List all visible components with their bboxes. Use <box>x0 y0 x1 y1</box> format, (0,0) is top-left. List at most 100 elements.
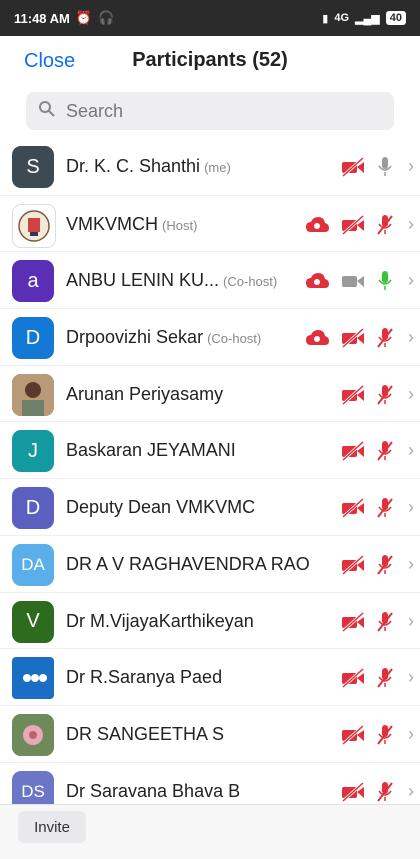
participant-name: DR SANGEETHA S <box>66 724 224 745</box>
participant-row[interactable]: S Dr. K. C. Shanthi (me) › <box>0 138 420 195</box>
video-off-icon[interactable] <box>340 156 366 178</box>
video-off-icon[interactable] <box>340 214 366 236</box>
headphones-icon: 🎧 <box>98 10 115 25</box>
participant-status-icons <box>304 212 394 238</box>
video-off-icon[interactable] <box>340 440 366 462</box>
video-off-icon[interactable] <box>340 384 366 406</box>
participant-name-text: Arunan Periyasamy <box>66 383 224 404</box>
participant-name: DR A V RAGHAVENDRA RAO <box>66 554 310 575</box>
cloud-record-icon <box>306 273 329 289</box>
participant-name: ANBU LENIN KU... (Co-host) <box>66 270 277 291</box>
participant-status-icons <box>340 779 394 805</box>
video-off-icon[interactable] <box>340 554 366 576</box>
mic-muted-icon[interactable] <box>376 667 394 689</box>
participant-name-text: DR SANGEETHA S <box>66 723 225 744</box>
participant-name: Baskaran JEYAMANI <box>66 440 236 461</box>
participant-status-icons <box>340 495 394 521</box>
video-off-icon[interactable] <box>340 327 366 349</box>
participant-name-text: Drpoovizhi Sekar <box>66 327 204 348</box>
chevron-right-icon[interactable]: › <box>408 497 414 518</box>
participant-name: Dr Saravana Bhava B <box>66 781 240 802</box>
participant-row[interactable]: DR SANGEETHA S › <box>0 704 420 762</box>
chevron-right-icon[interactable]: › <box>408 554 414 575</box>
chevron-right-icon[interactable]: › <box>408 724 414 745</box>
search-bar[interactable] <box>26 92 394 130</box>
chevron-right-icon[interactable]: › <box>408 440 414 461</box>
video-on-icon[interactable] <box>340 270 366 292</box>
participant-name: VMKVMCH (Host) <box>66 214 197 235</box>
avatar <box>12 203 56 248</box>
mic-icon[interactable] <box>376 156 394 178</box>
chevron-right-icon[interactable]: › <box>408 667 414 688</box>
battery-icon: 40 <box>385 11 406 25</box>
participant-name: Arunan Periyasamy <box>66 384 223 405</box>
mic-muted-icon[interactable] <box>376 327 394 349</box>
participant-name-text: Dr R.Saranya Paed <box>66 667 223 688</box>
chevron-right-icon[interactable]: › <box>408 270 414 291</box>
avatar: V <box>12 600 54 643</box>
chevron-right-icon[interactable]: › <box>408 384 414 405</box>
mic-muted-icon[interactable] <box>376 214 394 236</box>
participant-name-text: Dr. K. C. Shanthi <box>66 156 201 176</box>
avatar: D <box>12 317 54 360</box>
video-off-icon[interactable] <box>340 724 366 746</box>
participant-row[interactable]: a ANBU LENIN KU... (Co-host) › <box>0 251 420 308</box>
avatar <box>12 373 54 416</box>
mic-muted-icon[interactable] <box>376 440 394 462</box>
signal-bars-icon: ▂▄▆ <box>355 12 380 25</box>
participant-name: Dr M.VijayaKarthikeyan <box>66 611 254 632</box>
participant-status-icons <box>340 609 394 635</box>
participant-name-text: ANBU LENIN KU... <box>66 270 220 291</box>
chevron-right-icon[interactable]: › <box>408 214 414 235</box>
chevron-right-icon[interactable]: › <box>408 611 414 632</box>
chevron-right-icon[interactable]: › <box>408 327 414 348</box>
avatar: D <box>12 487 54 530</box>
participant-row[interactable]: Dr R.Saranya Paed › <box>0 648 420 705</box>
invite-button[interactable]: Invite <box>18 811 86 843</box>
video-off-icon[interactable] <box>340 781 366 803</box>
mic-muted-icon[interactable] <box>376 384 394 406</box>
participant-row[interactable]: D Deputy Dean VMKVMC › <box>0 478 420 535</box>
participant-row[interactable]: D Drpoovizhi Sekar (Co-host) › <box>0 308 420 365</box>
status-bar: 11:48 AM ⏰ 🎧 ▮ 4G ▂▄▆ 40 <box>0 0 420 36</box>
video-off-icon[interactable] <box>340 667 366 689</box>
status-time: 11:48 AM <box>14 10 70 26</box>
search-icon <box>38 100 56 123</box>
cloud-record-icon <box>306 330 329 346</box>
mic-muted-icon[interactable] <box>376 497 394 519</box>
chevron-right-icon[interactable]: › <box>408 781 414 802</box>
avatar <box>12 713 54 756</box>
participant-name-text: VMKVMCH <box>66 213 159 234</box>
participant-name: Dr R.Saranya Paed <box>66 667 222 688</box>
participant-list: S Dr. K. C. Shanthi (me) › VMKVMCH (Host) › a AN… <box>0 138 420 818</box>
participant-name: Dr. K. C. Shanthi (me) <box>66 156 231 177</box>
alarm-icon: ⏰ <box>75 10 93 25</box>
video-off-icon[interactable] <box>340 497 366 519</box>
chevron-right-icon[interactable]: › <box>408 156 414 177</box>
mic-muted-icon[interactable] <box>376 554 394 576</box>
participant-row[interactable]: V Dr M.VijayaKarthikeyan › <box>0 591 420 649</box>
participant-name-text: Dr Saravana Bhava B <box>66 780 241 801</box>
avatar: a <box>12 260 54 303</box>
mic-muted-icon[interactable] <box>376 724 394 746</box>
participant-row[interactable]: VMKVMCH (Host) › <box>0 194 420 252</box>
participant-status-icons <box>304 325 394 351</box>
page-title: Participants (52) <box>132 49 288 71</box>
mic-muted-icon[interactable] <box>376 611 394 633</box>
search-input[interactable] <box>64 99 368 123</box>
signal-icon: ▮ <box>322 12 329 25</box>
participant-row[interactable]: J Baskaran JEYAMANI › <box>0 421 420 478</box>
participants-header: Close Participants (52) <box>0 36 420 86</box>
network-type: 4G <box>334 12 350 24</box>
video-off-icon[interactable] <box>340 611 366 633</box>
participant-name-text: Baskaran JEYAMANI <box>66 440 236 461</box>
participant-row[interactable]: Arunan Periyasamy › <box>0 364 420 422</box>
mic-active-icon[interactable] <box>376 270 394 292</box>
participant-name: Deputy Dean VMKVMC <box>66 497 255 518</box>
avatar: S <box>12 146 54 188</box>
participant-role: (Co-host) <box>207 331 262 347</box>
cloud-record-icon <box>306 216 329 232</box>
mic-muted-icon[interactable] <box>376 781 394 803</box>
participant-row[interactable]: DA DR A V RAGHAVENDRA RAO › <box>0 534 420 592</box>
participant-status-icons <box>340 722 394 748</box>
